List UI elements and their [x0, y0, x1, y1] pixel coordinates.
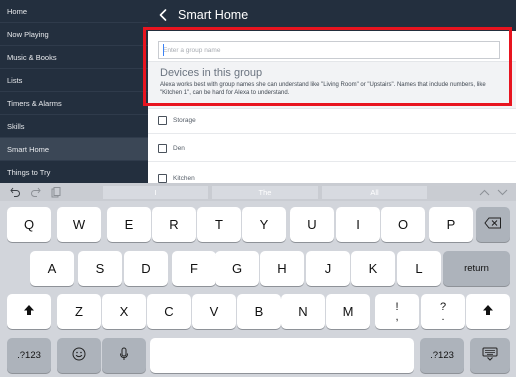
sidebar-item-lists[interactable]: Lists — [0, 69, 148, 92]
suggestion-1[interactable]: I — [103, 186, 208, 199]
numbers-key-left[interactable]: .?123 — [7, 338, 51, 373]
backspace-key[interactable] — [476, 207, 510, 242]
key-top-char: ? — [439, 300, 447, 313]
key-x[interactable]: X — [102, 294, 146, 329]
key-w[interactable]: W — [57, 207, 101, 242]
key-s[interactable]: S — [78, 251, 122, 286]
group-name-input[interactable] — [158, 41, 500, 59]
devices-heading: Devices in this group — [160, 67, 263, 79]
key-m[interactable]: M — [326, 294, 370, 329]
paste-icon[interactable] — [50, 186, 62, 198]
device-label: Storage — [173, 116, 196, 124]
key-d[interactable]: D — [124, 251, 168, 286]
devices-description: Alexa works best with group names she ca… — [160, 82, 486, 96]
right-shift-key[interactable] — [466, 294, 510, 329]
key-j[interactable]: J — [306, 251, 350, 286]
sidebar-item-music-books[interactable]: Music & Books — [0, 46, 148, 69]
keyboard-dismiss-icon — [482, 347, 498, 364]
key-c[interactable]: C — [147, 294, 191, 329]
app-window: Home Now Playing Music & Books Lists Tim… — [0, 0, 516, 377]
chevron-left-icon[interactable] — [156, 7, 170, 23]
key-exclaim-comma[interactable]: !, — [375, 294, 419, 329]
key-question-period[interactable]: ?. — [421, 294, 465, 329]
sidebar: Home Now Playing Music & Books Lists Tim… — [0, 0, 148, 184]
device-row-storage[interactable]: Storage — [158, 107, 498, 133]
key-y[interactable]: Y — [242, 207, 286, 242]
emoji-key[interactable] — [57, 338, 101, 373]
space-key[interactable] — [150, 338, 414, 373]
sidebar-item-now-playing[interactable]: Now Playing — [0, 23, 148, 46]
shift-icon — [23, 304, 35, 319]
sidebar-item-skills[interactable]: Skills — [0, 115, 148, 138]
chevron-down-icon[interactable] — [496, 186, 508, 198]
device-label: Den — [173, 144, 185, 152]
sidebar-item-timers-alarms[interactable]: Timers & Alarms — [0, 92, 148, 115]
key-n[interactable]: N — [281, 294, 325, 329]
row-divider — [148, 133, 516, 134]
suggestion-2[interactable]: The — [212, 186, 318, 199]
key-z[interactable]: Z — [57, 294, 101, 329]
key-bottom-char: . — [441, 310, 445, 323]
onscreen-keyboard: I The All Q W E R T Y U I O P A S D F G … — [0, 183, 516, 377]
key-q[interactable]: Q — [7, 207, 51, 242]
redo-icon[interactable] — [29, 186, 41, 198]
key-v[interactable]: V — [192, 294, 236, 329]
dismiss-keyboard-key[interactable] — [470, 338, 510, 373]
checkbox[interactable] — [158, 143, 167, 153]
return-key[interactable]: return — [443, 251, 510, 286]
left-shift-key[interactable] — [7, 294, 51, 329]
device-label: Kitchen — [173, 174, 195, 182]
sidebar-item-smart-home[interactable]: Smart Home — [0, 138, 148, 161]
key-u[interactable]: U — [290, 207, 334, 242]
sidebar-item-home[interactable]: Home — [0, 0, 148, 23]
checkbox[interactable] — [158, 173, 167, 183]
suggestion-3[interactable]: All — [322, 186, 427, 199]
checkbox[interactable] — [158, 115, 167, 125]
key-t[interactable]: T — [197, 207, 241, 242]
key-o[interactable]: O — [381, 207, 425, 242]
header-bar: Smart Home — [148, 0, 516, 31]
microphone-icon — [119, 347, 129, 364]
key-g[interactable]: G — [215, 251, 259, 286]
keyboard-shortcut-bar: I The All — [0, 183, 516, 201]
device-row-den[interactable]: Den — [158, 135, 498, 161]
key-l[interactable]: L — [397, 251, 441, 286]
dictation-key[interactable] — [102, 338, 146, 373]
main-content: Devices in this group Alexa works best w… — [148, 31, 516, 183]
undo-icon[interactable] — [9, 186, 21, 198]
key-h[interactable]: H — [260, 251, 304, 286]
key-b[interactable]: B — [237, 294, 281, 329]
backspace-icon — [484, 217, 502, 232]
sidebar-item-things-to-try[interactable]: Things to Try — [0, 161, 148, 184]
key-p[interactable]: P — [429, 207, 473, 242]
key-e[interactable]: E — [107, 207, 151, 242]
key-f[interactable]: F — [172, 251, 216, 286]
row-divider — [148, 161, 516, 162]
chevron-up-icon[interactable] — [478, 186, 490, 198]
text-cursor — [163, 44, 164, 56]
shift-icon — [482, 304, 494, 319]
emoji-icon — [72, 347, 86, 364]
key-a[interactable]: A — [30, 251, 74, 286]
numbers-key-right[interactable]: .?123 — [420, 338, 464, 373]
key-top-char: ! — [395, 300, 399, 313]
page-title: Smart Home — [178, 8, 249, 22]
key-k[interactable]: K — [351, 251, 395, 286]
devices-info-panel: Devices in this group Alexa works best w… — [148, 61, 516, 109]
key-bottom-char: , — [395, 310, 399, 323]
key-i[interactable]: I — [336, 207, 380, 242]
key-r[interactable]: R — [152, 207, 196, 242]
